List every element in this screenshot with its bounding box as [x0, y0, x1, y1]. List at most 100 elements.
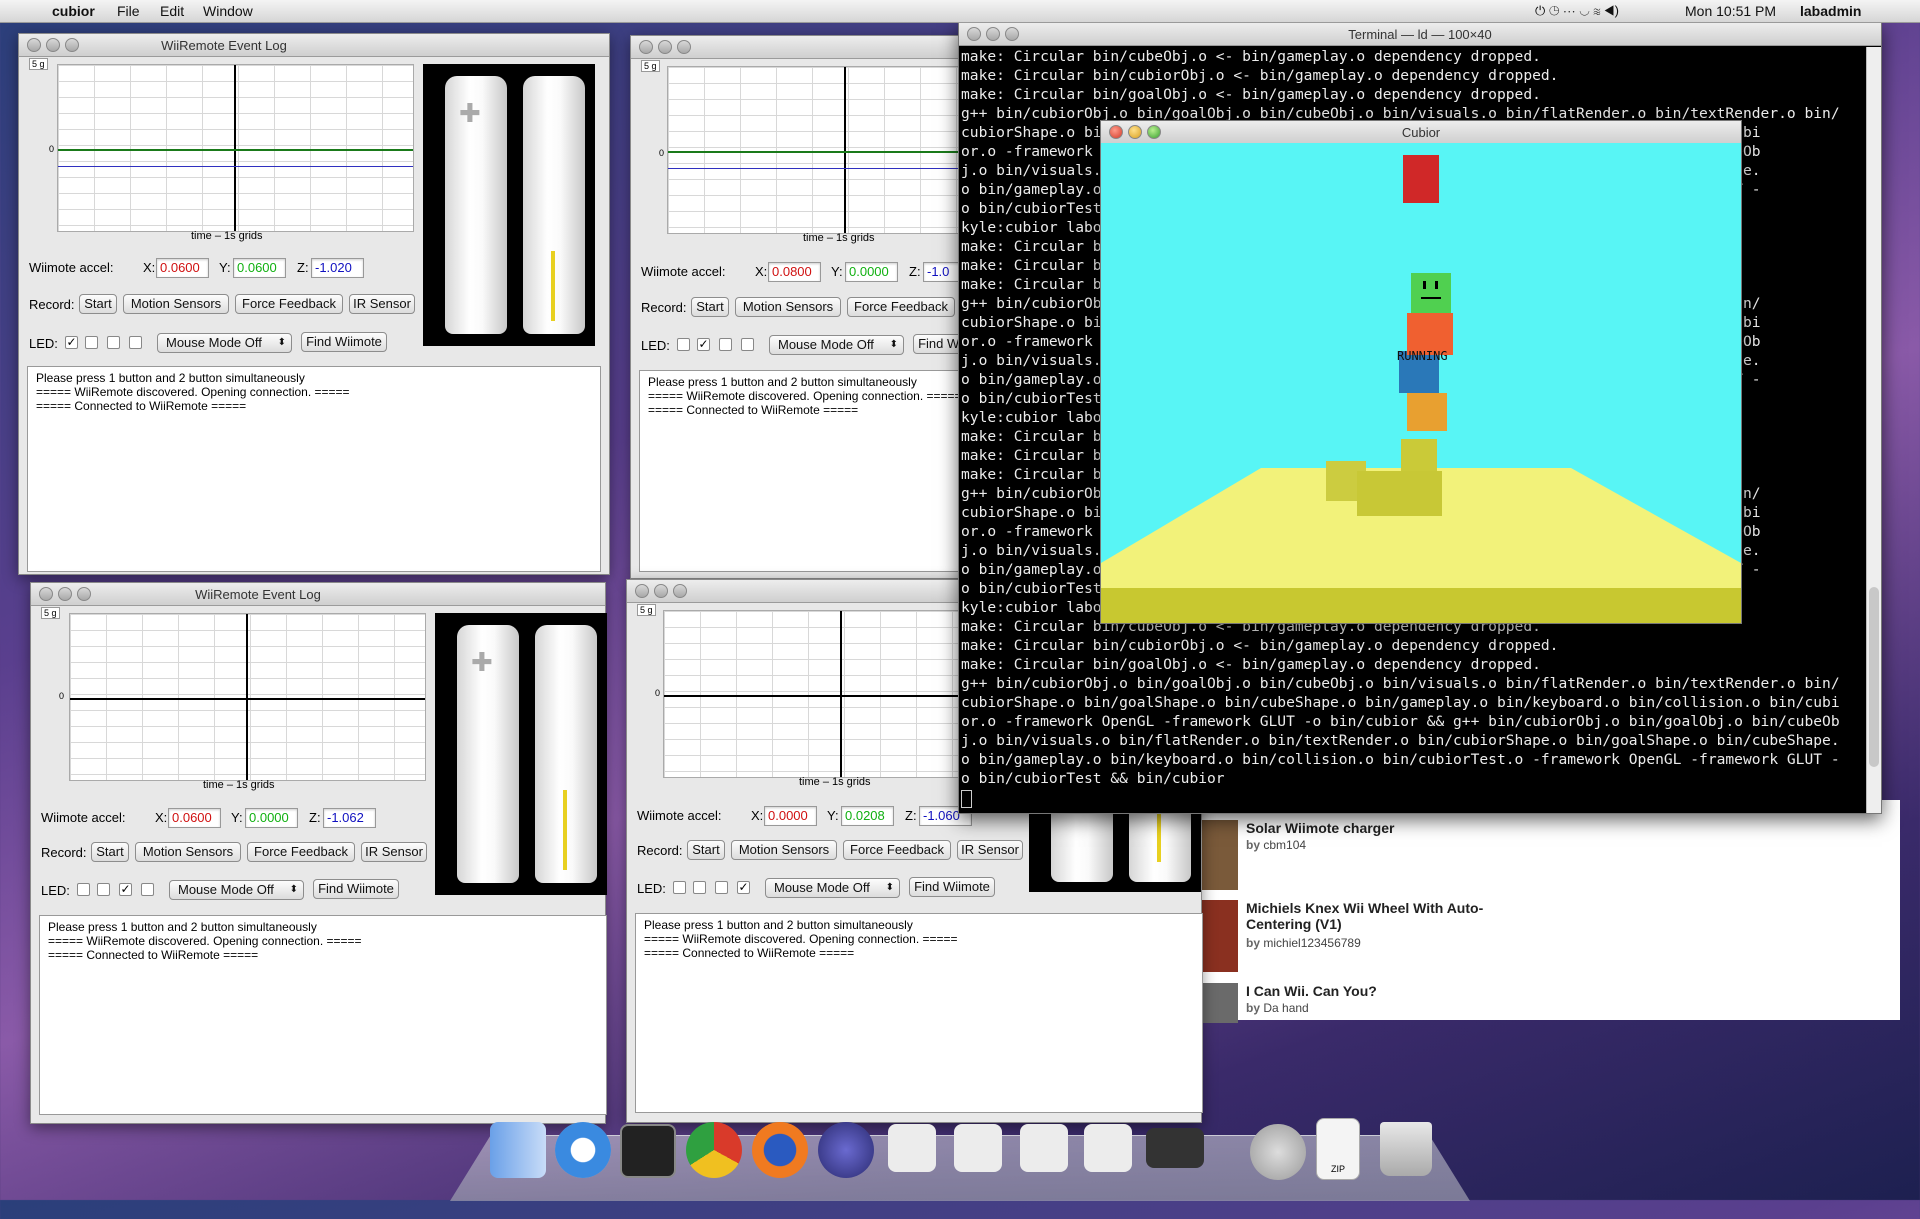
minimize-button[interactable]	[658, 40, 672, 54]
event-log[interactable]: Please press 1 button and 2 button simul…	[39, 915, 607, 1115]
led-checkbox-3[interactable]	[719, 338, 732, 351]
app-menu[interactable]: cubior	[52, 3, 95, 19]
zoom-button[interactable]	[673, 584, 687, 598]
led-checkbox-1[interactable]: ✓	[65, 336, 78, 349]
zero-label: 0	[49, 144, 55, 154]
trash-icon[interactable]	[1380, 1122, 1432, 1176]
item-title[interactable]: Solar Wiimote charger	[1246, 820, 1506, 836]
led-checkbox-2[interactable]	[85, 336, 98, 349]
led-checkbox-4[interactable]	[129, 336, 142, 349]
terminal-icon[interactable]	[620, 1124, 676, 1178]
close-button[interactable]	[639, 40, 653, 54]
ir-sensor-button[interactable]: IR Sensor	[349, 294, 415, 314]
event-log[interactable]: Please press 1 button and 2 button simul…	[635, 913, 1203, 1113]
chrome-icon[interactable]	[686, 1122, 742, 1178]
downloads-stack-icon[interactable]	[1250, 1124, 1306, 1180]
y-field[interactable]: 0.0208	[841, 806, 894, 826]
start-button[interactable]: Start	[691, 297, 729, 317]
event-log[interactable]: Please press 1 button and 2 button simul…	[27, 366, 601, 572]
x-field[interactable]: 0.0800	[768, 262, 821, 282]
eclipse-icon[interactable]	[818, 1122, 874, 1178]
game-canvas	[1101, 155, 1741, 623]
log-line: ===== WiiRemote discovered. Opening conn…	[644, 932, 958, 946]
window-titlebar[interactable]: WiiRemote Event Log	[19, 34, 609, 57]
thumbnail[interactable]	[1200, 900, 1238, 972]
y-field[interactable]: 0.0000	[245, 808, 298, 828]
led-checkbox-3[interactable]	[107, 336, 120, 349]
menu-window[interactable]: Window	[203, 3, 253, 19]
led-checkbox-3[interactable]: ✓	[119, 883, 132, 896]
thumbnail[interactable]	[1200, 820, 1238, 890]
clock[interactable]: Mon 10:51 PM	[1685, 3, 1776, 19]
mouse-mode-popup[interactable]: Mouse Mode Off ⬍	[169, 880, 304, 900]
minimized-window-icon[interactable]	[888, 1124, 936, 1172]
close-button[interactable]	[635, 584, 649, 598]
item-title[interactable]: I Can Wii. Can You?	[1246, 983, 1506, 999]
led-checkbox-2[interactable]	[693, 881, 706, 894]
menu-file[interactable]: File	[117, 3, 140, 19]
y-field[interactable]: 0.0600	[233, 258, 286, 278]
force-feedback-button[interactable]: Force Feedback	[247, 842, 355, 862]
led-checkbox-4[interactable]	[741, 338, 754, 351]
start-button[interactable]: Start	[687, 840, 725, 860]
force-feedback-button[interactable]: Force Feedback	[235, 294, 343, 314]
mouse-mode-popup[interactable]: Mouse Mode Off ⬍	[157, 333, 292, 353]
force-feedback-button[interactable]: Force Feedback	[843, 840, 951, 860]
zero-label: 0	[59, 691, 65, 701]
mouse-mode-popup[interactable]: Mouse Mode Off ⬍	[765, 878, 900, 898]
minimized-terminal-icon[interactable]	[1146, 1128, 1204, 1168]
force-feedback-button[interactable]: Force Feedback	[847, 297, 955, 317]
window-title: WiiRemote Event Log	[195, 587, 321, 602]
led-label: LED:	[41, 883, 70, 898]
motion-sensors-button[interactable]: Motion Sensors	[735, 297, 841, 317]
led-checkbox-2[interactable]: ✓	[697, 338, 710, 351]
thumbnail[interactable]	[1200, 983, 1238, 1023]
led-checkbox-1[interactable]	[673, 881, 686, 894]
minimized-window-icon[interactable]	[1020, 1124, 1068, 1172]
eye	[1435, 281, 1438, 289]
z-field[interactable]: -1.062	[323, 808, 376, 828]
led-checkbox-4[interactable]	[141, 883, 154, 896]
mouse-mode-popup[interactable]: Mouse Mode Off ⬍	[769, 335, 904, 355]
zip-file-icon[interactable]: ZIP	[1316, 1118, 1360, 1180]
led-checkbox-1[interactable]	[677, 338, 690, 351]
motion-sensors-button[interactable]: Motion Sensors	[123, 294, 229, 314]
x-field[interactable]: 0.0600	[168, 808, 221, 828]
motion-sensors-button[interactable]: Motion Sensors	[731, 840, 837, 860]
level-bar	[1157, 810, 1161, 862]
ir-sensor-button[interactable]: IR Sensor	[957, 840, 1023, 860]
y-field[interactable]: 0.0000	[845, 262, 898, 282]
start-button[interactable]: Start	[91, 842, 129, 862]
scrollbar[interactable]	[1866, 47, 1881, 813]
zoom-button[interactable]	[677, 40, 691, 54]
led-checkbox-4[interactable]: ✓	[737, 881, 750, 894]
find-wiimote-button[interactable]: Find Wiimote	[301, 332, 387, 352]
user-menu[interactable]: labadmin	[1800, 3, 1861, 19]
item-title[interactable]: Michiels Knex Wii Wheel With Auto-Center…	[1246, 900, 1506, 932]
window-titlebar[interactable]: WiiRemote Event Log	[31, 583, 605, 606]
minimized-window-icon[interactable]	[1084, 1124, 1132, 1172]
safari-icon[interactable]	[555, 1122, 611, 1178]
scrollbar-thumb[interactable]	[1869, 587, 1879, 767]
minimize-button[interactable]	[654, 584, 668, 598]
find-wiimote-button[interactable]: Find Wiimote	[313, 879, 399, 899]
x-field[interactable]: 0.0000	[764, 806, 817, 826]
game-scene[interactable]: RUNNING	[1101, 143, 1741, 623]
z-field[interactable]: -1.020	[311, 258, 364, 278]
menu-edit[interactable]: Edit	[160, 3, 184, 19]
firefox-icon[interactable]	[752, 1122, 808, 1178]
window-titlebar[interactable]: Cubior	[1101, 121, 1741, 144]
start-button[interactable]: Start	[79, 294, 117, 314]
finder-icon[interactable]	[490, 1122, 546, 1178]
status-icons[interactable]: ⏻ ◷ ⋯ ◡ ≋ ◀)	[1535, 3, 1619, 19]
window-titlebar[interactable]: Terminal — ld — 100×40	[959, 23, 1881, 46]
led-checkbox-3[interactable]	[715, 881, 728, 894]
ir-sensor-button[interactable]: IR Sensor	[361, 842, 427, 862]
led-checkbox-1[interactable]	[77, 883, 90, 896]
minimized-window-icon[interactable]	[954, 1124, 1002, 1172]
cubior-window[interactable]: Cubior RUNNING	[1100, 120, 1742, 624]
x-field[interactable]: 0.0600	[156, 258, 209, 278]
motion-sensors-button[interactable]: Motion Sensors	[135, 842, 241, 862]
find-wiimote-button[interactable]: Find Wiimote	[909, 877, 995, 897]
led-checkbox-2[interactable]	[97, 883, 110, 896]
